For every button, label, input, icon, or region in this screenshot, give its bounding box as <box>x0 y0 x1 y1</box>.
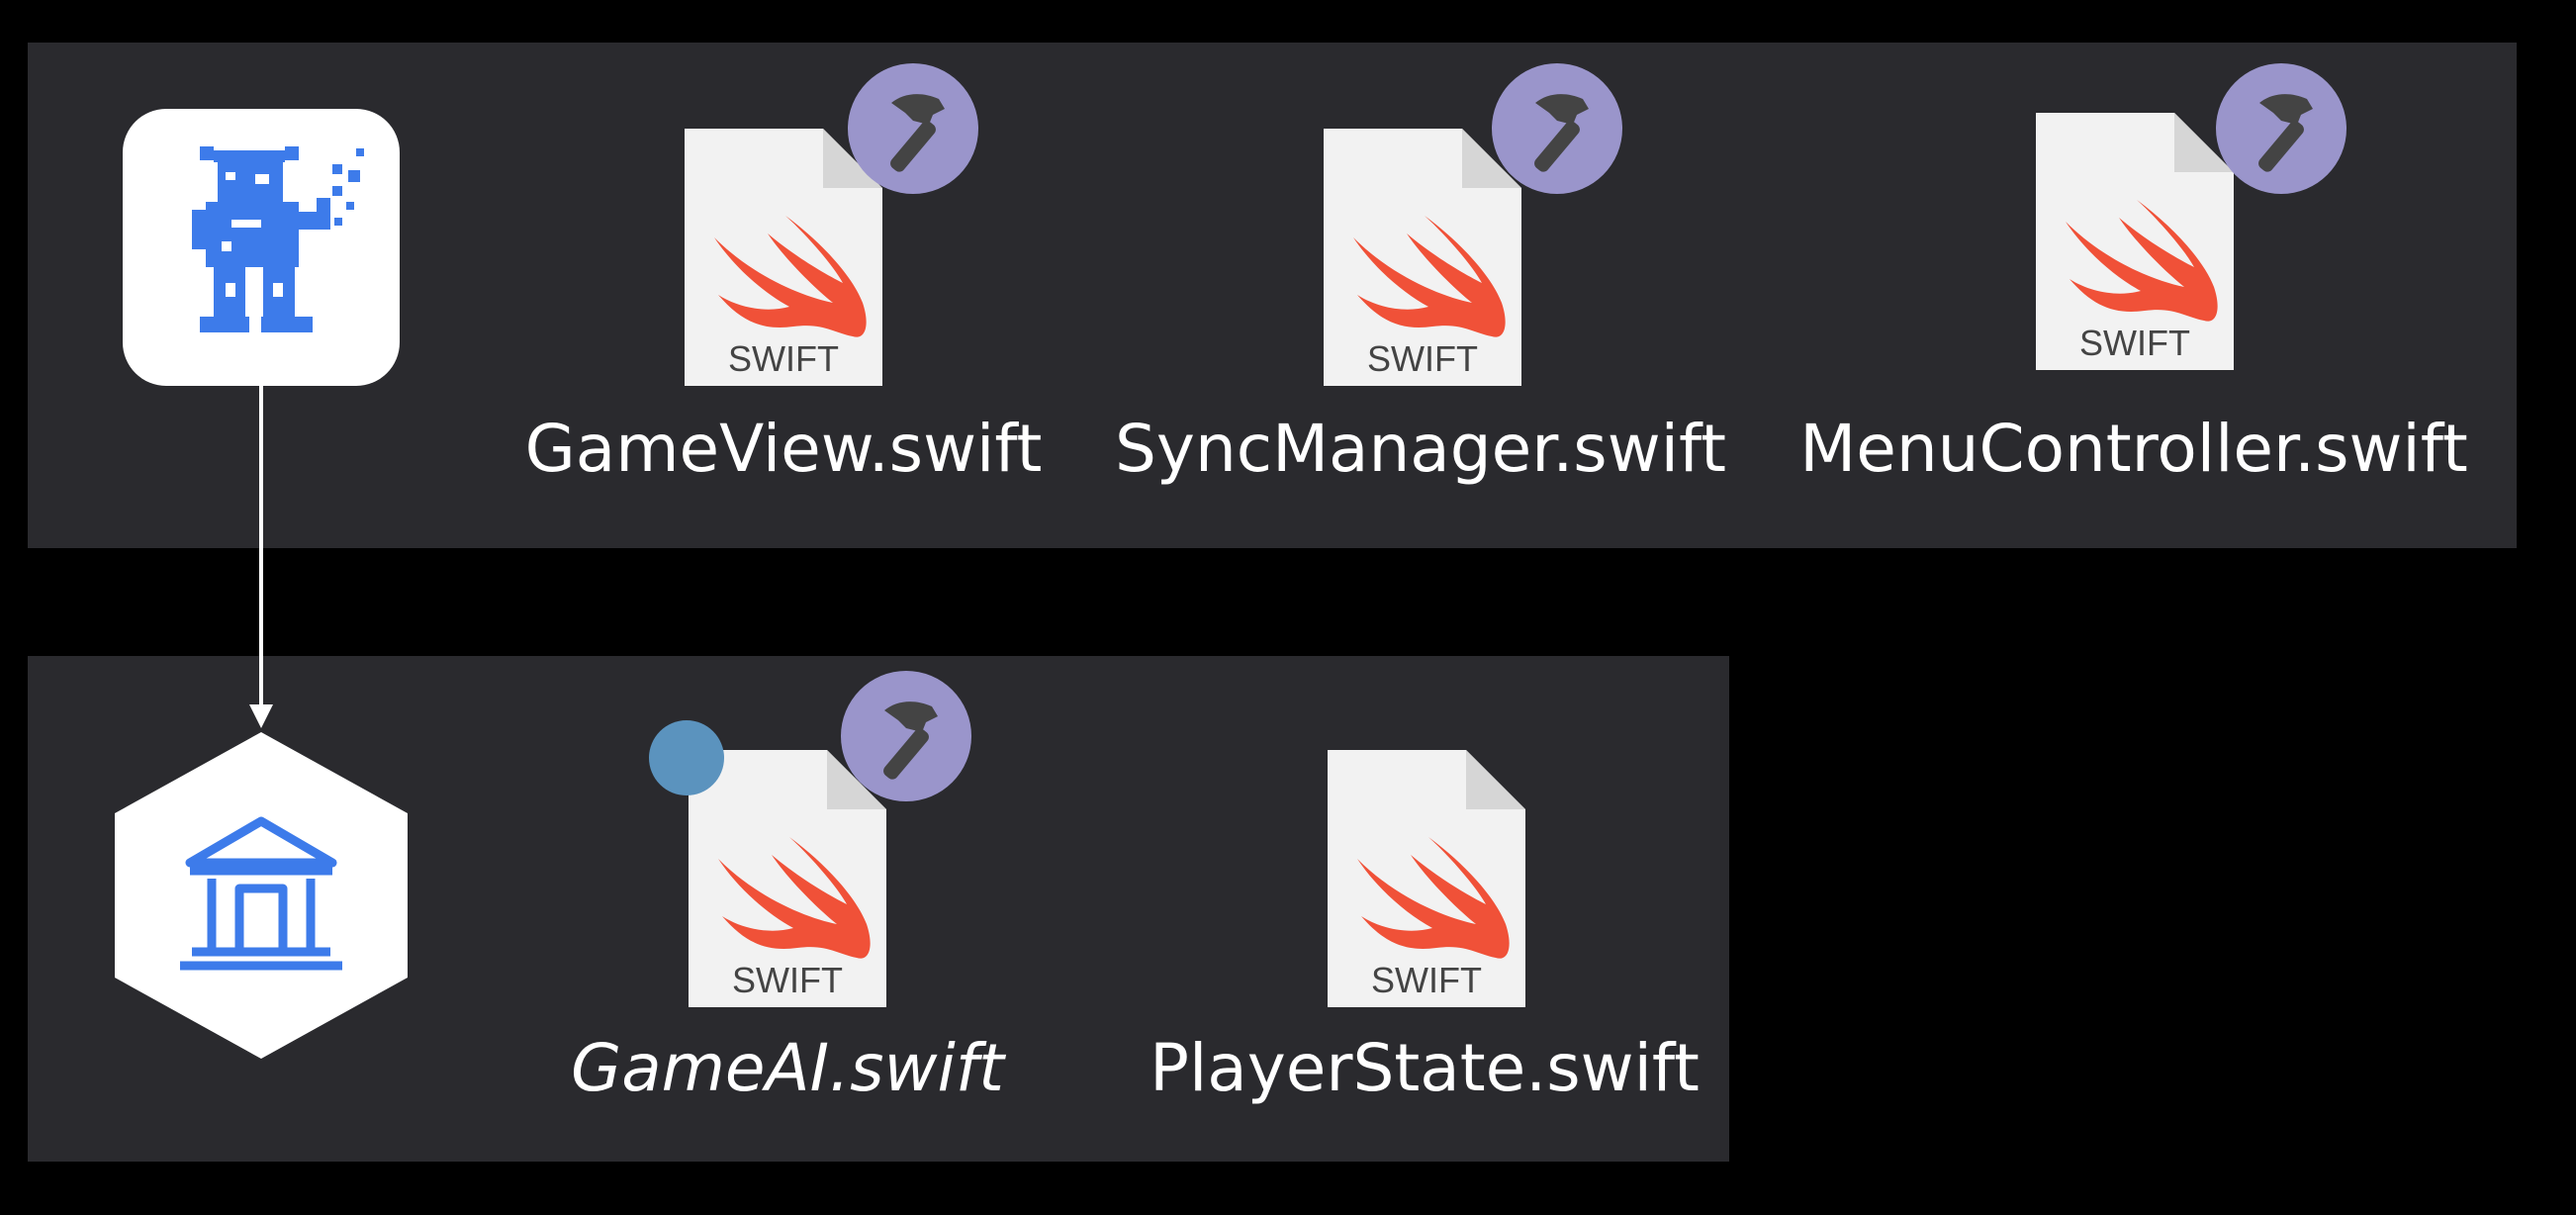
pixel-robot-icon <box>192 146 364 332</box>
file-type-label: SWIFT <box>2079 323 2190 363</box>
library-hexagon[interactable] <box>113 730 410 1061</box>
hammer-icon <box>890 94 945 172</box>
app-icon[interactable] <box>123 109 400 386</box>
swift-file-icon[interactable]: SWIFT <box>1328 750 1525 1007</box>
file-label: PlayerState.swift <box>1150 1030 1700 1106</box>
file-type-label: SWIFT <box>1367 338 1478 379</box>
build-badge <box>1492 63 1622 194</box>
build-badge <box>2216 63 2346 194</box>
status-dot <box>649 720 724 795</box>
file-type-label: SWIFT <box>732 960 843 1000</box>
file-type-label: SWIFT <box>728 338 839 379</box>
swift-file-icon[interactable]: SWIFT <box>2036 113 2234 370</box>
file-label: SyncManager.swift <box>1115 411 1726 487</box>
build-badge <box>841 671 971 801</box>
hammer-icon <box>1534 94 1589 172</box>
build-badge <box>848 63 978 194</box>
file-type-label: SWIFT <box>1371 960 1482 1000</box>
hammer-icon <box>883 701 938 780</box>
file-label: MenuController.swift <box>1799 411 2468 487</box>
hammer-icon <box>2258 94 2313 172</box>
